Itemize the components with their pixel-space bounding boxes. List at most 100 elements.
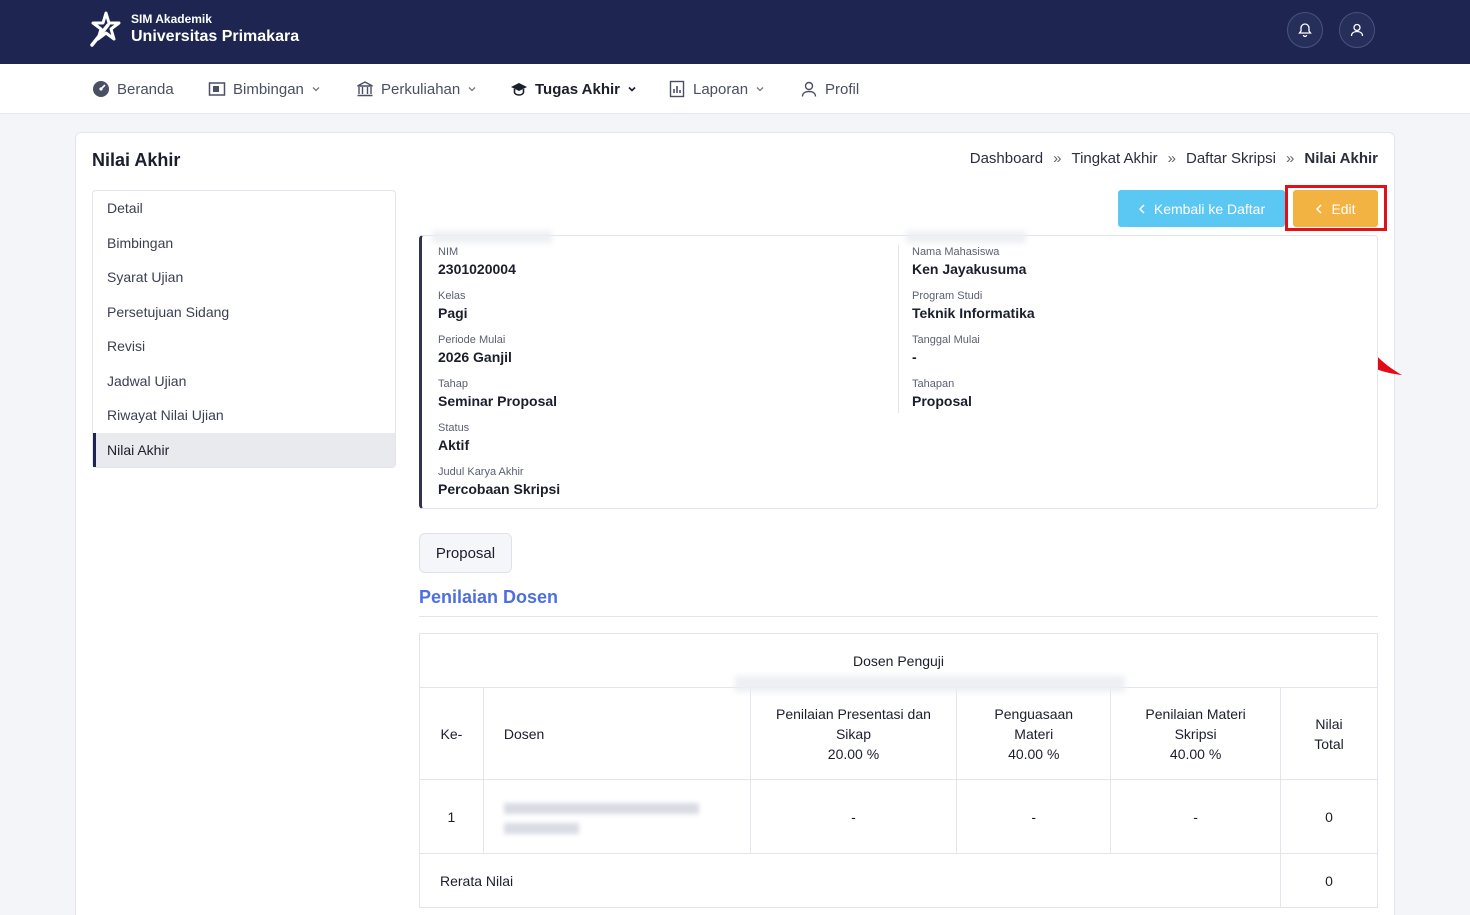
side-item-persetujuan-sidang[interactable]: Persetujuan Sidang: [93, 295, 395, 330]
field-label: Status: [438, 422, 470, 434]
field-value: Pagi: [438, 305, 468, 321]
edit-highlight-box: [1285, 185, 1387, 231]
field-value: -: [912, 349, 917, 365]
field-status: Status Aktif: [438, 422, 469, 453]
chevron-down-icon: [312, 87, 320, 92]
average-label: Rerata Nilai: [419, 853, 1281, 908]
field-nama: Nama Mahasiswa Ken Jayakusuma: [912, 246, 1026, 277]
col-header-weight: 40.00 %: [1008, 745, 1060, 762]
back-button-label: Kembali ke Daftar: [1153, 200, 1266, 217]
nav-beranda[interactable]: Beranda: [92, 78, 174, 100]
side-item-syarat-ujian[interactable]: Syarat Ujian: [93, 260, 395, 295]
info-divider: [898, 245, 899, 413]
presentation-icon: [208, 82, 226, 96]
chevron-down-icon: [756, 87, 764, 92]
breadcrumb-daftar-skripsi[interactable]: Daftar Skripsi: [1186, 150, 1276, 167]
field-label: Tanggal Mulai: [912, 334, 980, 346]
field-label: Nama Mahasiswa: [912, 246, 1000, 258]
nav-tugas-akhir[interactable]: Tugas Akhir: [510, 78, 637, 100]
col-header-weight: 40.00 %: [1169, 745, 1222, 762]
blurred-region: [432, 231, 552, 243]
col-header-no: Ke-: [419, 687, 484, 780]
side-item-jadwal-ujian[interactable]: Jadwal Ujian: [93, 364, 395, 399]
nav-laporan[interactable]: Laporan: [668, 78, 765, 100]
graduation-cap-icon: [511, 83, 527, 96]
field-value: Ken Jayakusuma: [912, 261, 1027, 277]
field-label: NIM: [438, 246, 459, 258]
side-item-bimbingan[interactable]: Bimbingan: [93, 226, 395, 261]
field-value: Proposal: [912, 393, 972, 409]
nav-laporan-label: Laporan: [693, 80, 749, 98]
cell-presentasi: -: [749, 779, 958, 854]
chevron-down-icon: [468, 87, 476, 92]
breadcrumb-separator-icon: »: [1053, 150, 1062, 167]
field-label: Tahap: [438, 378, 468, 390]
breadcrumb-separator-icon: »: [1286, 150, 1295, 167]
user-icon: [1350, 23, 1364, 37]
field-value: 2301020004: [438, 261, 516, 277]
field-label: Program Studi: [912, 290, 983, 302]
field-judul: Judul Karya Akhir Percobaan Skripsi: [438, 466, 560, 497]
field-kelas: Kelas Pagi: [438, 290, 468, 321]
side-item-riwayat-nilai-ujian[interactable]: Riwayat Nilai Ujian: [93, 398, 395, 433]
section-title: Penilaian Dosen: [419, 587, 559, 607]
main-nav: Beranda Bimbingan Perkuliahan Tugas Akhi…: [0, 64, 1470, 114]
col-header-label: Penilaian Materi Skripsi: [1145, 705, 1246, 742]
report-icon: [669, 80, 685, 98]
cell-dosen: [482, 779, 751, 854]
field-tanggal-mulai: Tanggal Mulai -: [912, 334, 980, 365]
field-value: 2026 Ganjil: [438, 349, 512, 365]
cell-no: 1: [419, 779, 484, 854]
nav-perkuliahan[interactable]: Perkuliahan: [356, 78, 477, 100]
col-header-dosen: Dosen: [482, 687, 751, 780]
back-to-list-button[interactable]: Kembali ke Daftar: [1118, 190, 1285, 227]
chevron-down-icon: [628, 86, 636, 92]
nav-beranda-label: Beranda: [117, 80, 174, 98]
cell-penguasaan: -: [956, 779, 1112, 854]
blurred-lecturer-name: [503, 796, 704, 837]
field-nim: NIM 2301020004: [438, 246, 516, 277]
building-icon: [357, 81, 373, 97]
breadcrumb-separator-icon: »: [1167, 150, 1176, 167]
nav-profil[interactable]: Profil: [800, 78, 859, 100]
field-label: Kelas: [438, 290, 466, 302]
table-average-row: Rerata Nilai 0: [419, 853, 1378, 908]
col-header-penguasaan: Penguasaan Materi 40.00 %: [956, 687, 1112, 780]
user-menu-button[interactable]: [1339, 12, 1375, 48]
blurred-region: [735, 676, 1125, 692]
average-value: 0: [1280, 853, 1378, 908]
field-periode: Periode Mulai 2026 Ganjil: [438, 334, 512, 365]
tab-proposal[interactable]: Proposal: [419, 533, 512, 573]
brand-title: Universitas Primakara: [131, 28, 300, 45]
bell-icon: [1298, 23, 1312, 38]
field-label: Periode Mulai: [438, 334, 506, 346]
field-label: Judul Karya Akhir: [438, 466, 524, 478]
breadcrumb-tingkat-akhir[interactable]: Tingkat Akhir: [1071, 150, 1157, 167]
breadcrumb-dashboard[interactable]: Dashboard: [970, 150, 1043, 167]
breadcrumb: Dashboard » Tingkat Akhir » Daftar Skrip…: [970, 150, 1378, 167]
field-prodi: Program Studi Teknik Informatika: [912, 290, 1035, 321]
section-divider: [419, 616, 1378, 617]
side-item-revisi[interactable]: Revisi: [93, 329, 395, 364]
field-tahap: Tahap Seminar Proposal: [438, 378, 557, 409]
side-item-detail[interactable]: Detail: [93, 191, 395, 226]
notification-button[interactable]: [1287, 12, 1323, 48]
grades-table: Dosen Penguji Ke- Dosen Penilaian Presen…: [419, 633, 1378, 908]
table-row: 1 - - - 0: [419, 779, 1378, 854]
university-logo-icon[interactable]: [86, 11, 124, 49]
chevron-left-icon: [1138, 203, 1145, 214]
user-icon: [801, 81, 817, 97]
page-title: Nilai Akhir: [92, 150, 181, 170]
breadcrumb-current: Nilai Akhir: [1304, 150, 1378, 167]
dashboard-icon: [93, 81, 109, 97]
nav-bimbingan-label: Bimbingan: [233, 80, 304, 98]
col-header-total: Nilai Total: [1280, 687, 1378, 780]
field-value: Seminar Proposal: [438, 393, 558, 409]
top-header: SIM Akademik Universitas Primakara: [0, 0, 1470, 64]
col-header-label: Nilai Total: [1314, 715, 1344, 752]
field-label: Tahapan: [912, 378, 955, 390]
nav-perkuliahan-label: Perkuliahan: [381, 80, 461, 98]
cell-materi: -: [1110, 779, 1281, 854]
nav-bimbingan[interactable]: Bimbingan: [208, 78, 321, 100]
side-item-nilai-akhir[interactable]: Nilai Akhir: [93, 432, 395, 467]
